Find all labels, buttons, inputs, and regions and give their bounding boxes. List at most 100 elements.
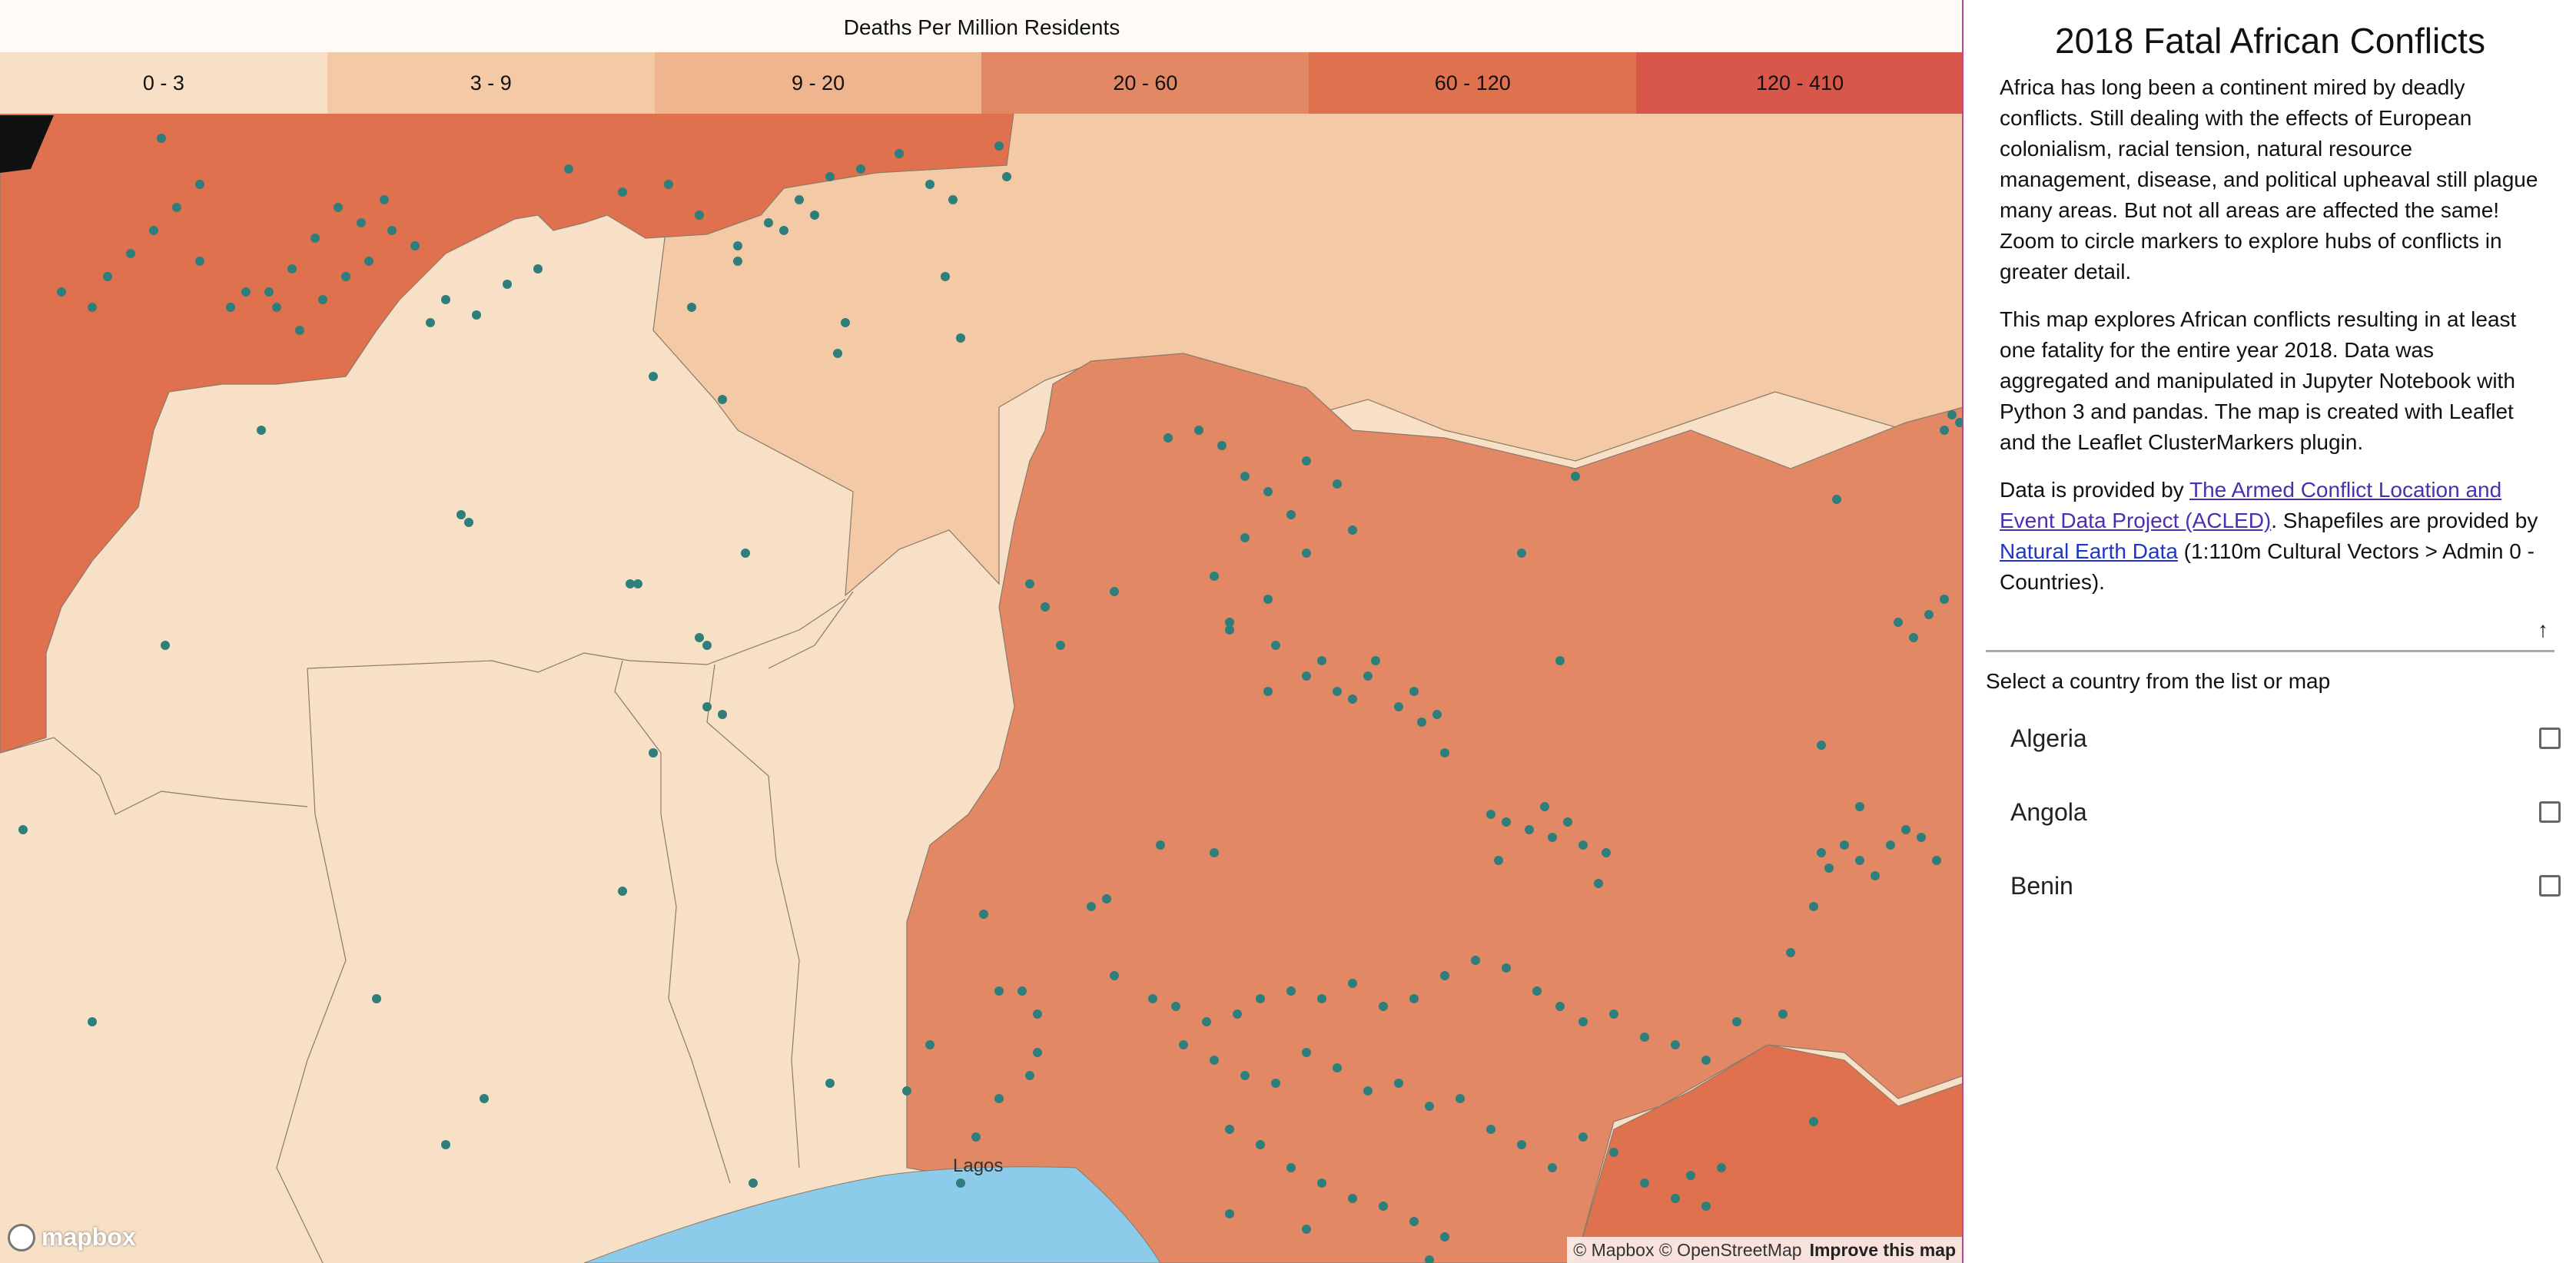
conflict-marker[interactable] bbox=[649, 748, 658, 757]
conflict-marker[interactable] bbox=[841, 318, 850, 327]
conflict-marker[interactable] bbox=[1041, 602, 1050, 612]
conflict-marker[interactable] bbox=[1578, 1132, 1588, 1142]
conflict-marker[interactable] bbox=[341, 272, 350, 281]
conflict-marker[interactable] bbox=[1824, 864, 1834, 873]
conflict-marker[interactable] bbox=[1210, 1056, 1219, 1065]
conflict-marker[interactable] bbox=[287, 264, 297, 273]
choropleth-map[interactable] bbox=[0, 0, 1964, 1263]
conflict-marker[interactable] bbox=[1517, 549, 1526, 558]
conflict-marker[interactable] bbox=[1871, 871, 1880, 880]
conflict-marker[interactable] bbox=[1263, 595, 1273, 604]
conflict-marker[interactable] bbox=[1302, 671, 1311, 681]
conflict-marker[interactable] bbox=[387, 226, 397, 235]
conflict-marker[interactable] bbox=[941, 272, 950, 281]
conflict-marker[interactable] bbox=[1217, 441, 1227, 450]
conflict-marker[interactable] bbox=[1225, 618, 1234, 627]
conflict-marker[interactable] bbox=[1817, 848, 1826, 857]
conflict-marker[interactable] bbox=[1263, 487, 1273, 496]
conflict-marker[interactable] bbox=[1302, 1048, 1311, 1057]
conflict-marker[interactable] bbox=[503, 280, 512, 289]
conflict-marker[interactable] bbox=[956, 333, 965, 343]
conflict-marker[interactable] bbox=[795, 195, 804, 204]
conflict-marker[interactable] bbox=[172, 203, 181, 212]
conflict-marker[interactable] bbox=[702, 702, 712, 711]
conflict-marker[interactable] bbox=[149, 226, 158, 235]
conflict-marker[interactable] bbox=[994, 141, 1004, 151]
country-item[interactable]: Algeria bbox=[1986, 701, 2561, 775]
conflict-marker[interactable] bbox=[687, 303, 696, 312]
conflict-marker[interactable] bbox=[464, 518, 473, 527]
conflict-marker[interactable] bbox=[1471, 956, 1480, 965]
conflict-marker[interactable] bbox=[372, 994, 381, 1003]
conflict-marker[interactable] bbox=[1548, 1163, 1557, 1172]
conflict-marker[interactable] bbox=[318, 295, 327, 304]
conflict-marker[interactable] bbox=[1548, 833, 1557, 842]
conflict-marker[interactable] bbox=[733, 241, 742, 250]
conflict-marker[interactable] bbox=[1202, 1017, 1211, 1026]
conflict-marker[interactable] bbox=[195, 180, 204, 189]
conflict-marker[interactable] bbox=[1832, 495, 1841, 504]
conflict-marker[interactable] bbox=[1394, 702, 1403, 711]
conflict-marker[interactable] bbox=[357, 218, 366, 227]
conflict-marker[interactable] bbox=[1240, 533, 1250, 542]
conflict-marker[interactable] bbox=[618, 187, 627, 197]
conflict-marker[interactable] bbox=[733, 257, 742, 266]
conflict-marker[interactable] bbox=[1102, 894, 1111, 903]
conflict-marker[interactable] bbox=[1525, 825, 1534, 834]
conflict-marker[interactable] bbox=[1179, 1040, 1188, 1049]
conflict-marker[interactable] bbox=[718, 395, 727, 404]
conflict-marker[interactable] bbox=[1240, 472, 1250, 481]
conflict-marker[interactable] bbox=[695, 210, 704, 220]
improve-map-link[interactable]: Improve this map bbox=[1810, 1237, 1956, 1263]
conflict-marker[interactable] bbox=[1840, 840, 1849, 850]
conflict-marker[interactable] bbox=[1371, 656, 1380, 665]
conflict-marker[interactable] bbox=[1640, 1033, 1649, 1042]
conflict-marker[interactable] bbox=[1609, 1148, 1618, 1157]
conflict-marker[interactable] bbox=[533, 264, 543, 273]
conflict-marker[interactable] bbox=[1233, 1009, 1242, 1019]
conflict-marker[interactable] bbox=[994, 986, 1004, 996]
conflict-marker[interactable] bbox=[1425, 1102, 1434, 1111]
conflict-marker[interactable] bbox=[1717, 1163, 1726, 1172]
conflict-marker[interactable] bbox=[1256, 1140, 1265, 1149]
natural-earth-link[interactable]: Natural Earth Data bbox=[2000, 539, 2178, 563]
conflict-marker[interactable] bbox=[1110, 587, 1119, 596]
conflict-marker[interactable] bbox=[1901, 825, 1910, 834]
conflict-marker[interactable] bbox=[1033, 1009, 1042, 1019]
conflict-marker[interactable] bbox=[1809, 902, 1818, 911]
conflict-marker[interactable] bbox=[1947, 410, 1957, 419]
conflict-marker[interactable] bbox=[1778, 1009, 1788, 1019]
collapse-row[interactable]: ↑ bbox=[1986, 615, 2554, 652]
mapbox-logo[interactable]: mapbox bbox=[8, 1223, 136, 1251]
conflict-marker[interactable] bbox=[295, 326, 304, 335]
conflict-marker[interactable] bbox=[1240, 1071, 1250, 1080]
conflict-marker[interactable] bbox=[1271, 641, 1280, 650]
conflict-marker[interactable] bbox=[1286, 510, 1296, 519]
conflict-marker[interactable] bbox=[1571, 472, 1580, 481]
conflict-marker[interactable] bbox=[1194, 426, 1203, 435]
conflict-marker[interactable] bbox=[1486, 810, 1495, 819]
conflict-marker[interactable] bbox=[1502, 817, 1511, 827]
conflict-marker[interactable] bbox=[925, 180, 934, 189]
conflict-marker[interactable] bbox=[1025, 1071, 1034, 1080]
conflict-marker[interactable] bbox=[971, 1132, 981, 1142]
conflict-marker[interactable] bbox=[718, 710, 727, 719]
conflict-marker[interactable] bbox=[1302, 549, 1311, 558]
conflict-marker[interactable] bbox=[649, 372, 658, 381]
country-item[interactable]: Angola bbox=[1986, 775, 2561, 849]
conflict-marker[interactable] bbox=[88, 1017, 97, 1026]
conflict-marker[interactable] bbox=[1333, 479, 1342, 489]
conflict-marker[interactable] bbox=[1602, 848, 1611, 857]
conflict-marker[interactable] bbox=[1440, 971, 1449, 980]
conflict-marker[interactable] bbox=[1886, 840, 1895, 850]
conflict-marker[interactable] bbox=[1317, 656, 1326, 665]
conflict-marker[interactable] bbox=[1317, 1178, 1326, 1188]
conflict-marker[interactable] bbox=[1017, 986, 1027, 996]
conflict-marker[interactable] bbox=[410, 241, 420, 250]
conflict-marker[interactable] bbox=[1002, 172, 1011, 181]
conflict-marker[interactable] bbox=[994, 1094, 1004, 1103]
conflict-marker[interactable] bbox=[956, 1178, 965, 1188]
conflict-marker[interactable] bbox=[1210, 572, 1219, 581]
conflict-marker[interactable] bbox=[1302, 1225, 1311, 1234]
conflict-marker[interactable] bbox=[1409, 1217, 1419, 1226]
